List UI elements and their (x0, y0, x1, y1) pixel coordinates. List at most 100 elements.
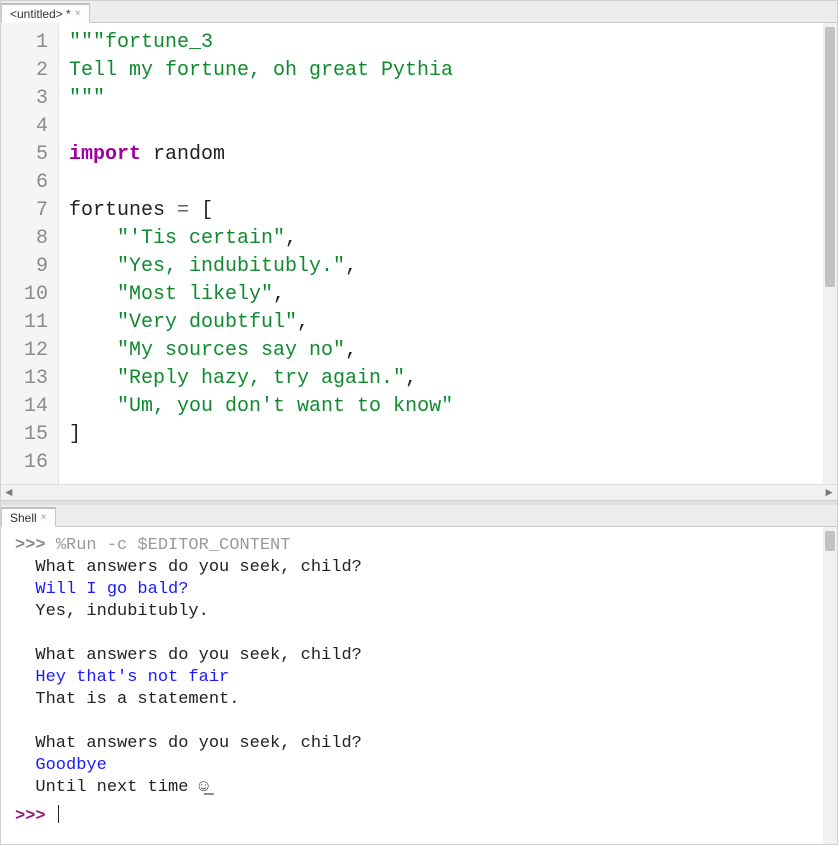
code-line[interactable]: "My sources say no", (69, 337, 837, 365)
code-line[interactable]: "Um, you don't want to know" (69, 393, 837, 421)
code-token: Tell my fortune, oh great Pythia (69, 59, 453, 82)
code-line[interactable]: import random (69, 141, 837, 169)
code-token: , (297, 311, 309, 334)
line-number: 15 (1, 421, 48, 449)
shell-output-line: What answers do you seek, child? (15, 733, 823, 755)
editor-tab-title: <untitled> * (10, 7, 71, 21)
code-token: fortunes (69, 199, 177, 222)
shell-line: Goodbye (15, 755, 823, 777)
code-token: "Um, you don't want to know" (117, 395, 453, 418)
line-number: 4 (1, 113, 48, 141)
editor-tab-bar: <untitled> * × (1, 1, 837, 23)
code-line[interactable] (69, 113, 837, 141)
shell-line: >>> %Run -c $EDITOR_CONTENT (15, 535, 823, 557)
code-token (69, 395, 117, 418)
code-line[interactable]: fortunes = [ (69, 197, 837, 225)
close-icon[interactable]: × (75, 8, 81, 19)
shell-tab[interactable]: Shell × (1, 507, 56, 527)
code-area[interactable]: """fortune_3 Tell my fortune, oh great Py… (59, 23, 837, 484)
code-token: ] (69, 423, 81, 446)
shell-line (15, 711, 823, 733)
code-line[interactable]: """ (69, 85, 837, 113)
code-line[interactable]: "Reply hazy, try again.", (69, 365, 837, 393)
scroll-right-icon[interactable]: ► (821, 485, 837, 501)
code-token: , (345, 339, 357, 362)
code-line[interactable] (69, 169, 837, 197)
code-line[interactable]: Tell my fortune, oh great Pythia (69, 57, 837, 85)
shell-body[interactable]: >>> %Run -c $EDITOR_CONTENT What answers… (1, 527, 837, 844)
text-cursor (58, 805, 59, 823)
shell-line: Will I go bald? (15, 579, 823, 601)
code-line[interactable]: """fortune_3 (69, 29, 837, 57)
code-line[interactable]: "Most likely", (69, 281, 837, 309)
code-token: "Reply hazy, try again." (117, 367, 405, 390)
editor-vertical-scrollbar[interactable] (823, 23, 837, 484)
shell-tab-title: Shell (10, 511, 37, 525)
close-icon[interactable]: × (41, 512, 47, 523)
shell-run-command: %Run -c $EDITOR_CONTENT (56, 536, 291, 555)
line-number: 7 (1, 197, 48, 225)
code-token: "'Tis certain" (117, 227, 285, 250)
code-line[interactable]: "'Tis certain", (69, 225, 837, 253)
shell-pane: Shell × >>> %Run -c $EDITOR_CONTENT What… (1, 505, 837, 844)
line-number: 13 (1, 365, 48, 393)
code-token: "Yes, indubitubly." (117, 255, 345, 278)
scrollbar-thumb[interactable] (825, 531, 835, 551)
editor-body[interactable]: 12345678910111213141516 """fortune_3Tell… (1, 23, 837, 484)
code-token: , (345, 255, 357, 278)
shell-prompt: >>> (15, 536, 56, 555)
code-token (69, 311, 117, 334)
shell-output-line: Yes, indubitubly. (15, 601, 823, 623)
shell-active-prompt[interactable]: >>> (15, 807, 56, 826)
code-token (189, 199, 201, 222)
code-token: , (273, 283, 285, 306)
code-token: = (177, 199, 189, 222)
code-line[interactable]: "Very doubtful", (69, 309, 837, 337)
editor-tab[interactable]: <untitled> * × (1, 3, 90, 23)
scroll-left-icon[interactable]: ◄ (1, 485, 17, 501)
shell-line[interactable]: >>> (15, 805, 823, 828)
line-number: 14 (1, 393, 48, 421)
code-token: "Most likely" (117, 283, 273, 306)
shell-vertical-scrollbar[interactable] (823, 527, 837, 844)
line-number-gutter: 12345678910111213141516 (1, 23, 59, 484)
code-token (69, 255, 117, 278)
code-token: """fortune_3 (69, 31, 213, 54)
line-number: 10 (1, 281, 48, 309)
line-number: 16 (1, 449, 48, 477)
code-token (69, 367, 117, 390)
line-number: 2 (1, 57, 48, 85)
code-line[interactable]: ] (69, 421, 837, 449)
code-token: """ (69, 87, 105, 110)
code-token (69, 283, 117, 306)
line-number: 11 (1, 309, 48, 337)
line-number: 1 (1, 29, 48, 57)
line-number: 9 (1, 253, 48, 281)
editor-horizontal-scrollbar[interactable]: ◄ ► (1, 484, 837, 500)
code-token (69, 227, 117, 250)
line-number: 5 (1, 141, 48, 169)
line-number: 12 (1, 337, 48, 365)
line-number: 3 (1, 85, 48, 113)
shell-output-line: That is a statement. (15, 689, 823, 711)
shell-output-line: What answers do you seek, child? (15, 645, 823, 667)
line-number: 8 (1, 225, 48, 253)
shell-output-line: What answers do you seek, child? (15, 557, 823, 579)
code-token: "Very doubtful" (117, 311, 297, 334)
shell-line (15, 623, 823, 645)
editor-pane: <untitled> * × 12345678910111213141516 "… (1, 1, 837, 501)
shell-user-input: Will I go bald? (35, 580, 188, 599)
shell-output-line: Until next time ☺̲ (15, 777, 823, 799)
code-token: [ (201, 199, 213, 222)
code-token: , (285, 227, 297, 250)
code-token: random (141, 143, 225, 166)
shell-output: >>> %Run -c $EDITOR_CONTENT What answers… (15, 535, 823, 828)
code-token: , (405, 367, 417, 390)
shell-tab-bar: Shell × (1, 505, 837, 527)
code-token (69, 339, 117, 362)
shell-line: Hey that's not fair (15, 667, 823, 689)
scrollbar-thumb[interactable] (825, 27, 835, 287)
code-line[interactable]: "Yes, indubitubly.", (69, 253, 837, 281)
line-number: 6 (1, 169, 48, 197)
code-token: import (69, 143, 141, 166)
